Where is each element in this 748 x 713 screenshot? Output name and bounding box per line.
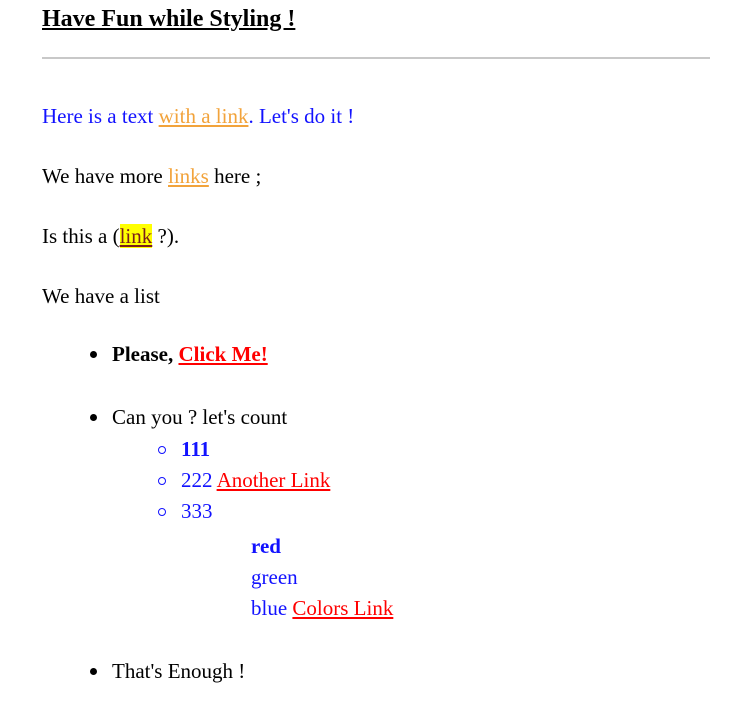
please-label: Please, — [112, 342, 179, 366]
paragraph-more-links: We have more links here ; — [42, 163, 261, 189]
para3-before: Is this a ( — [42, 224, 120, 248]
page-heading: Have Fun while Styling ! — [42, 6, 296, 32]
paragraph-is-this-a-link: Is this a (link ?). — [42, 223, 179, 249]
paragraph-text-with-link: Here is a text with a link. Let's do it … — [42, 103, 354, 129]
color-blue: blue Colors Link — [251, 594, 393, 622]
color-blue-label: blue — [251, 596, 288, 620]
with-a-link[interactable]: with a link — [159, 104, 249, 128]
para1-before: Here is a text — [42, 104, 159, 128]
horizontal-divider — [42, 57, 710, 59]
para3-after: ?). — [152, 224, 180, 248]
para2-before: We have more — [42, 164, 168, 188]
sub-item-111: 111 — [157, 437, 211, 461]
click-me-link[interactable]: Click Me! — [178, 342, 267, 366]
colors-link[interactable]: Colors Link — [292, 596, 393, 620]
list-item-enough: That's Enough ! — [89, 659, 246, 683]
list-item-count: Can you ? let's count — [89, 405, 288, 429]
links-link[interactable]: links — [168, 164, 209, 188]
highlighted-link[interactable]: link — [119, 224, 153, 248]
another-link[interactable]: Another Link — [217, 468, 331, 492]
para2-after: here ; — [208, 164, 262, 188]
sub-item-333: 333 — [158, 499, 213, 523]
sub-item-222: 222 Another Link — [157, 466, 331, 494]
paragraph-we-have-a-list: We have a list — [42, 284, 160, 308]
color-red: red — [251, 534, 281, 558]
sub-item-222-label: 222 — [181, 468, 213, 492]
list-item-please: Please, Click Me! — [90, 340, 268, 368]
color-green: green — [251, 565, 298, 589]
para1-after: . Let's do it ! — [248, 104, 355, 128]
